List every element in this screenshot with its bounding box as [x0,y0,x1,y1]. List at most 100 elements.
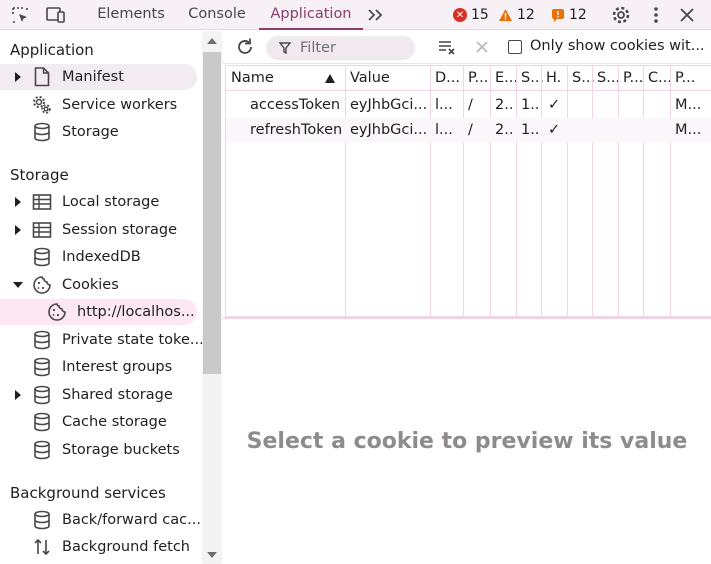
table-row[interactable]: accessToken eyJhbGci... l... / 2... 1...… [226,93,711,117]
column-header-value[interactable]: Value [350,66,430,91]
database-icon [32,412,52,432]
database-icon [32,440,52,460]
table-header: Name Value D... P... E... S... H. S... S… [226,66,711,91]
table-row[interactable]: refreshToken eyJhbGci... l... / 2... 1..… [226,118,711,142]
database-icon [32,330,52,350]
sidebar-scrollbar-thumb[interactable] [203,52,221,374]
warning-counter[interactable]: 12 [498,5,535,25]
filter-funnel-icon [279,42,291,54]
error-icon: ✕ [453,8,467,22]
expand-arrow-icon[interactable] [13,390,23,400]
sidebar-item-cookie-origin[interactable]: http://localhos... [0,299,197,325]
sidebar-item-label: Shared storage [62,387,173,403]
cell-path: / [468,97,473,113]
sidebar-item-label: Background fetch [62,539,190,555]
tab-application[interactable]: Application [268,0,354,30]
expand-arrow-icon[interactable] [13,225,23,235]
cell-expires: 2... [495,122,515,138]
sidebar-item-cache-storage[interactable]: Cache storage [0,409,197,435]
sidebar-item-private-state-tokens[interactable]: Private state toke... [0,327,204,353]
column-header-domain[interactable]: D... [435,66,463,91]
column-header-partition-key[interactable]: P... [623,66,645,91]
sidebar-item-back-forward-cache[interactable]: Back/forward cac... [0,507,201,533]
expand-arrow-icon[interactable] [13,72,23,82]
cell-secure [572,93,591,117]
sidebar-item-label: IndexedDB [62,249,141,265]
sidebar-item-indexeddb[interactable]: IndexedDB [0,244,197,270]
cookie-icon [32,275,52,295]
sidebar-item-storage[interactable]: Storage [0,119,197,145]
clear-all-icon[interactable] [435,35,459,59]
close-icon[interactable] [675,3,699,27]
delete-selected-icon[interactable] [470,35,494,59]
column-header-samesite[interactable]: S... [597,66,619,91]
sidebar-item-label: Storage [62,124,119,140]
refresh-icon[interactable] [233,35,257,59]
tab-elements[interactable]: Elements [97,0,165,30]
only-show-issues-checkbox[interactable] [508,40,522,54]
sidebar-item-cookies[interactable]: Cookies [0,272,197,298]
database-icon [32,122,52,142]
cell-size: 1... [521,97,540,113]
cell-samesite [597,93,617,117]
cell-size: 1... [521,122,540,138]
warning-icon [499,9,512,21]
sidebar-item-service-workers[interactable]: Service workers [0,92,197,118]
cell-cross-site [648,118,669,142]
column-header-priority[interactable]: P... [675,66,705,91]
cell-partition-key [623,93,642,117]
column-header-path[interactable]: P... [468,66,490,91]
cell-domain: l... [435,97,453,113]
database-icon [32,357,52,377]
column-header-httponly[interactable]: H. [546,66,568,91]
sidebar-item-label: Back/forward cac... [62,512,201,528]
sidebar-item-label: Storage buckets [62,442,180,458]
sidebar-item-storage-buckets[interactable]: Storage buckets [0,437,197,463]
cell-path: / [468,122,473,138]
sidebar-item-label: http://localhos... [77,304,195,320]
database-icon [32,510,52,530]
more-tabs-icon[interactable] [364,3,388,27]
issue-icon [552,9,564,22]
settings-gear-icon[interactable] [609,3,633,27]
sidebar-item-session-storage[interactable]: Session storage [0,217,197,243]
cell-partition-key [623,118,642,142]
error-count: 15 [471,7,489,23]
sidebar-item-label: Cookies [62,277,119,293]
sidebar-item-label: Private state toke... [62,332,204,348]
expand-arrow-icon[interactable] [13,197,23,207]
sidebar-item-manifest[interactable]: Manifest [0,64,197,90]
cell-cross-site [648,93,669,117]
filter-input[interactable]: Filter [266,36,415,60]
column-header-cross-site[interactable]: C... [648,66,670,91]
arrows-updown-icon [32,537,52,557]
sidebar-item-background-fetch[interactable]: Background fetch [0,534,197,560]
error-counter[interactable]: ✕ 15 [453,5,489,25]
inspect-element-icon[interactable] [8,3,32,27]
cookie-icon [47,302,67,322]
column-header-expires[interactable]: E... [495,66,517,91]
cell-value: eyJhbGci... [350,122,428,138]
sidebar-item-label: Local storage [62,194,160,210]
issues-counter[interactable]: 12 [551,5,587,25]
sidebar-item-local-storage[interactable]: Local storage [0,189,197,215]
device-toolbar-icon[interactable] [44,3,68,27]
cell-name: accessToken [250,97,341,113]
sidebar-item-label: Service workers [62,97,178,113]
active-tab-indicator [259,28,363,30]
sidebar-item-shared-storage[interactable]: Shared storage [0,382,197,408]
gears-icon [32,95,52,115]
collapse-arrow-icon[interactable] [13,280,23,290]
scroll-down-arrow-icon[interactable] [207,551,217,559]
more-options-icon[interactable] [644,3,668,27]
sidebar-item-interest-groups[interactable]: Interest groups [0,354,197,380]
scroll-up-arrow-icon[interactable] [207,37,217,45]
column-header-secure[interactable]: S... [572,66,594,91]
issue-count: 12 [569,7,587,23]
cell-samesite [597,118,617,142]
section-title-application: Application [10,41,94,59]
column-header-size[interactable]: S... [521,66,543,91]
sort-ascending-icon[interactable] [325,74,335,83]
sidebar-item-label: Cache storage [62,414,167,430]
tab-console[interactable]: Console [187,0,247,30]
